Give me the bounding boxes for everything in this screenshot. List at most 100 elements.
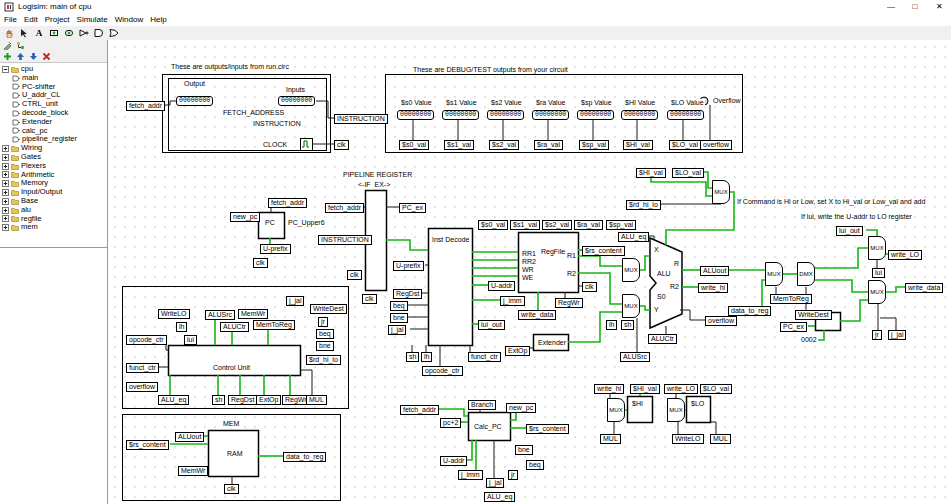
collapse-icon [2, 66, 9, 73]
tree-item[interactable]: Arithmetic [0, 171, 107, 180]
circuit-icon [12, 127, 20, 134]
wire [682, 269, 700, 271]
canvas-label: R2 [566, 270, 577, 278]
and-gate-button[interactable] [93, 27, 105, 39]
pin[interactable]: 00000000 [621, 110, 658, 120]
folder-icon [11, 215, 19, 222]
pin[interactable]: 00000000 [487, 110, 524, 120]
tree-item[interactable]: Gates [0, 153, 107, 162]
register-file [519, 233, 579, 293]
tunnel: MUL [306, 395, 327, 405]
canvas-label: MEM [222, 420, 240, 428]
wire [263, 375, 265, 395]
pin[interactable]: 00000000 [278, 96, 315, 106]
pin[interactable]: 00000000 [442, 110, 479, 120]
tunnel: new_pc [230, 212, 260, 222]
wire [232, 476, 233, 484]
not-gate-button[interactable] [78, 27, 90, 39]
tree-item[interactable]: Base [0, 197, 107, 206]
wire [818, 330, 824, 340]
ram-block [209, 431, 259, 477]
tree-item[interactable]: cpu [0, 65, 107, 74]
tree-item[interactable]: Extender [0, 118, 107, 127]
wire [680, 310, 705, 320]
tunnel: $s2_val [489, 140, 519, 150]
input-pin-button[interactable] [48, 27, 60, 39]
poke-tool-button[interactable] [3, 27, 15, 39]
canvas-label: RR1 [521, 250, 537, 258]
tree-item[interactable]: Wiring [0, 144, 107, 153]
menu-item[interactable]: Edit [24, 14, 38, 26]
circuit-canvas[interactable]: These are outputs/inputs from run.circOu… [108, 40, 951, 504]
pin[interactable]: 00000000 [577, 110, 614, 120]
tunnel: PC_ex [399, 203, 426, 213]
tree-item[interactable]: regfile [0, 215, 107, 224]
tree-item[interactable]: Input/Output [0, 188, 107, 197]
canvas-label: $ra Value [535, 99, 566, 107]
tree-item[interactable]: Memory [0, 179, 107, 188]
tunnel: U-addr [440, 456, 467, 466]
folder-icon [11, 198, 19, 205]
tunnel: ExtOp [505, 346, 530, 356]
window-control-button[interactable]: ✕ [927, 0, 951, 14]
wire [312, 144, 334, 145]
tree-item[interactable]: calc_pc [0, 127, 107, 136]
text-tool-button[interactable]: A [33, 27, 45, 39]
pin[interactable]: 00000000 [532, 110, 569, 120]
wire [170, 443, 208, 445]
tunnel: $LO_val [669, 140, 701, 150]
pin[interactable]: 00000000 [397, 110, 434, 120]
menu-item[interactable]: Window [115, 14, 143, 26]
wire [815, 280, 868, 292]
pin[interactable]: 00000000 [176, 96, 213, 106]
wire [548, 120, 549, 140]
tunnel: ALUout [175, 432, 204, 442]
tunnel: $rs_content [582, 246, 625, 256]
tunnel: write_LO [888, 250, 922, 260]
menu-item[interactable]: Simulate [77, 14, 108, 26]
wire [406, 317, 428, 318]
alu-block [650, 238, 682, 328]
expand-icon [2, 154, 9, 161]
explorer-actions [0, 51, 107, 62]
clock-wave-icon [302, 141, 309, 147]
tunnel: U-prefix [393, 261, 424, 271]
logisim-window: Logisim: main of cpu—□✕ FileEditProjectS… [0, 0, 951, 504]
wire [886, 287, 905, 292]
tree-item[interactable]: main [0, 74, 107, 83]
tree-item[interactable]: CTRL_unit [0, 100, 107, 109]
tree-item[interactable]: alu [0, 206, 107, 215]
canvas-label: RR2 [521, 258, 537, 266]
menu-item[interactable]: Help [150, 14, 166, 26]
wire [593, 120, 594, 140]
tree-item[interactable]: decode_block [0, 109, 107, 118]
tunnel: $HI_val [623, 140, 653, 150]
circuit-icon [12, 110, 20, 117]
output-pin-button[interactable] [63, 27, 75, 39]
canvas-label: If Command is Hi or Low, set X to Hi_val… [736, 198, 926, 206]
or-gate-button[interactable] [108, 27, 120, 39]
wire [783, 273, 797, 275]
menu-item[interactable]: File [4, 14, 17, 26]
control-frame [123, 287, 349, 409]
canvas-label: RAM [226, 450, 244, 458]
canvas-label: PC [264, 219, 276, 227]
expand-icon [2, 163, 9, 170]
tree-item[interactable]: U_addr_CL [0, 91, 107, 100]
window-control-button[interactable]: — [879, 0, 903, 14]
tree-item[interactable]: pipeline_register [0, 135, 107, 144]
tunnel: lui_out [836, 226, 863, 236]
multiplexer: DMX [797, 262, 815, 286]
tunnel: bne [390, 313, 408, 323]
tree-item[interactable]: Plexers [0, 162, 107, 171]
window-control-button[interactable]: □ [903, 0, 927, 14]
select-tool-button[interactable] [18, 27, 30, 39]
wire [640, 306, 650, 310]
tunnel: ALU_eq [484, 492, 515, 502]
canvas-label: Output [183, 80, 206, 88]
tree-item[interactable]: PC-shifter [0, 83, 107, 92]
pin[interactable]: 00000000 [667, 110, 704, 120]
tunnel: overflow [705, 316, 737, 326]
tree-item[interactable]: mem [0, 223, 107, 232]
menu-item[interactable]: Project [45, 14, 70, 26]
